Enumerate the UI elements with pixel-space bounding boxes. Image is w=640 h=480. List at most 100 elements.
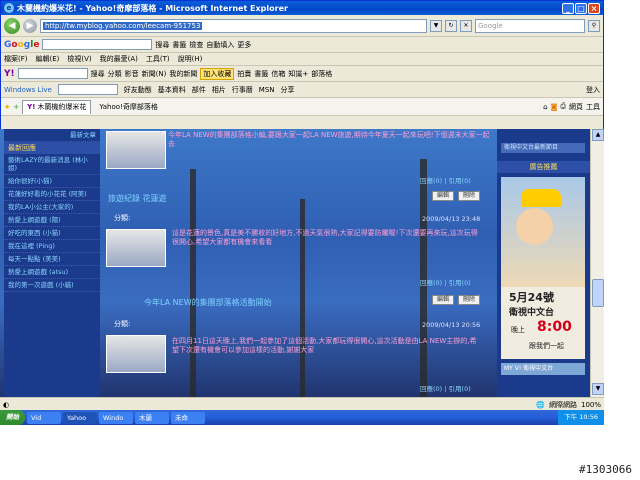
search-icon[interactable]: ⚲ xyxy=(588,19,600,32)
post-category: 分類: xyxy=(114,320,131,328)
yahoo-video-button[interactable]: 影音 xyxy=(125,69,139,79)
add-favorites-icon[interactable]: + xyxy=(13,103,19,111)
live-signin-button[interactable]: 登入 xyxy=(586,85,600,95)
taskbar-item[interactable]: Windo xyxy=(99,411,133,424)
scroll-thumb[interactable] xyxy=(592,279,604,307)
yahoo-blog-button[interactable]: 部落格 xyxy=(311,69,332,79)
google-search-button[interactable]: 搜尋 xyxy=(155,40,169,50)
yahoo-news-button[interactable]: 新聞(N) xyxy=(142,69,167,79)
live-profile-button[interactable]: 基本資料 xyxy=(158,85,186,95)
minimize-button[interactable]: _ xyxy=(562,2,574,14)
yahoo-auction-button[interactable]: 拍賣 xyxy=(237,69,251,79)
post-image[interactable] xyxy=(106,335,166,373)
tab-blog[interactable]: Y! 木蘭機約爆米花 xyxy=(22,99,92,114)
yahoo-search-input[interactable] xyxy=(17,68,88,79)
yahoo-mail-button[interactable]: 信箱 xyxy=(271,69,285,79)
start-button[interactable]: 開始 xyxy=(0,410,25,425)
post-title[interactable]: 今年LA NEW的集團部落格活動開始 xyxy=(144,297,272,308)
comment-item[interactable]: 給你很好(小猫) xyxy=(4,175,100,188)
close-button[interactable]: × xyxy=(588,2,600,14)
yahoo-knowledge-button[interactable]: 知識+ xyxy=(288,69,308,79)
comment-item[interactable]: 熱愛上網遊戲 (陽) xyxy=(4,214,100,227)
menu-edit[interactable]: 編輯(E) xyxy=(36,54,60,64)
address-input[interactable]: http://tw.myblog.yahoo.com/leecam-951753 xyxy=(40,18,427,33)
feeds-icon[interactable]: ◙ xyxy=(551,103,558,111)
taskbar-item[interactable]: 未命 xyxy=(171,411,205,424)
edit-button[interactable]: 編輯 xyxy=(432,191,454,201)
comment-item[interactable]: 藝術LAZY的最新消息 (林小姐) xyxy=(4,154,100,175)
post-links[interactable]: 回應(0) | 引用(0) xyxy=(420,383,471,393)
status-bar: ◐ 🌐 網際網路 100% xyxy=(0,397,604,411)
yahoo-logo[interactable]: Y! xyxy=(4,69,15,79)
comment-item[interactable]: 我的第一次遊戲 (小貓) xyxy=(4,279,100,292)
delete-button[interactable]: 刪除 xyxy=(458,295,480,305)
live-share-button[interactable]: 分享 xyxy=(281,85,295,95)
ad-top-banner[interactable]: 衛視中文台最新節目 xyxy=(501,143,585,153)
menu-favorites[interactable]: 我的最愛(A) xyxy=(100,54,138,64)
google-check-button[interactable]: 檢查 xyxy=(189,40,203,50)
tab-yahoo-blog[interactable]: Yahoo!奇摩部落格 xyxy=(94,100,162,114)
live-gadgets-button[interactable]: 部件 xyxy=(192,85,206,95)
edit-button[interactable]: 編輯 xyxy=(432,295,454,305)
post-body: 在四月11日這天晚上,我們一起參加了這個活動,大家都玩得很開心,這次活動是由LA… xyxy=(172,337,477,354)
google-search-input[interactable] xyxy=(42,39,153,50)
live-msn-button[interactable]: MSN xyxy=(259,86,275,94)
delete-button[interactable]: 刪除 xyxy=(458,191,480,201)
menu-view[interactable]: 檢視(V) xyxy=(67,54,91,64)
scroll-up-icon[interactable]: ▲ xyxy=(592,129,604,141)
post-links[interactable]: 回應(0) | 引用(0) xyxy=(420,175,471,185)
google-autofill-button[interactable]: 自動填入 xyxy=(206,40,234,50)
comment-item[interactable]: 熱愛上網遊戲 (atsu) xyxy=(4,266,100,279)
tools-menu-button[interactable]: 工具 xyxy=(586,102,600,112)
google-logo: Google xyxy=(4,39,40,50)
comment-item[interactable]: 每天一點點 (美美) xyxy=(4,253,100,266)
home-icon[interactable]: ⌂ xyxy=(543,103,547,111)
taskbar-item[interactable]: Vid xyxy=(27,411,61,424)
comment-item[interactable]: 我的LA小公主(大家的) xyxy=(4,201,100,214)
maximize-button[interactable]: □ xyxy=(575,2,587,14)
google-toolbar: Google 搜尋 書籤 檢查 自動填入 更多 xyxy=(1,37,603,53)
comment-item[interactable]: 好吃的東西 (小猫) xyxy=(4,227,100,240)
stop-icon[interactable]: ✕ xyxy=(460,19,472,32)
live-search-input[interactable] xyxy=(57,84,118,95)
live-friends-button[interactable]: 好友動態 xyxy=(124,85,152,95)
zoom-level[interactable]: 100% xyxy=(581,401,601,409)
comment-item[interactable]: 花蓮好好看的小花花 (阿美) xyxy=(4,188,100,201)
print-icon[interactable]: ⎙ xyxy=(560,102,566,111)
post-category: 分類: xyxy=(114,214,131,222)
right-sidebar: 衛視中文台最新節目 廣告推薦 5月24號 衛視中文台 晚上 8:00 跟我們一起… xyxy=(497,129,590,397)
menu-help[interactable]: 說明(H) xyxy=(178,54,203,64)
system-clock[interactable]: 下午 10:56 xyxy=(558,410,604,425)
back-icon[interactable]: ◀ xyxy=(4,17,20,34)
address-bar-row: ◀ ▶ http://tw.myblog.yahoo.com/leecam-95… xyxy=(1,15,603,37)
yahoo-bookmark-button[interactable]: 書籤 xyxy=(254,69,268,79)
menu-tools[interactable]: 工具(T) xyxy=(146,54,170,64)
post-image[interactable] xyxy=(106,229,166,267)
search-input[interactable]: Google xyxy=(475,18,585,33)
favorites-star-icon[interactable]: ★ xyxy=(4,103,10,111)
ad-bottom-banner[interactable]: MY V! 衛視中文台 xyxy=(501,363,585,375)
latest-posts-link[interactable]: 最新文章 xyxy=(4,129,100,142)
taskbar-item[interactable]: Yahoo xyxy=(63,411,97,424)
post-links[interactable]: 回應(0) | 引用(0) xyxy=(420,277,471,287)
yahoo-mynews-button[interactable]: 我的新聞 xyxy=(169,69,197,79)
yahoo-toolbar: Y! 搜尋 分類 影音 新聞(N) 我的新聞 加入收藏 拍賣 書籤 信箱 知識+… xyxy=(1,66,603,82)
yahoo-search-button[interactable]: 搜尋 xyxy=(91,69,105,79)
live-photos-button[interactable]: 相片 xyxy=(212,85,226,95)
post-title[interactable]: 旅遊紀錄 花蓮遊 xyxy=(108,193,167,204)
forward-icon[interactable]: ▶ xyxy=(23,18,37,33)
page-menu-button[interactable]: 網頁 xyxy=(569,102,583,112)
advertisement[interactable]: 5月24號 衛視中文台 晚上 8:00 跟我們一起 xyxy=(501,177,585,359)
go-button[interactable]: ▼ xyxy=(430,19,442,32)
yahoo-category-button[interactable]: 分類 xyxy=(108,69,122,79)
live-calendar-button[interactable]: 行事曆 xyxy=(232,85,253,95)
google-more-button[interactable]: 更多 xyxy=(237,40,251,50)
scroll-down-icon[interactable]: ▼ xyxy=(592,383,604,395)
taskbar-item[interactable]: 木蘭 xyxy=(135,411,169,424)
vertical-scrollbar[interactable]: ▲ ▼ xyxy=(590,129,604,397)
refresh-icon[interactable]: ↻ xyxy=(445,19,457,32)
google-bookmark-button[interactable]: 書籤 xyxy=(172,40,186,50)
menu-file[interactable]: 檔案(F) xyxy=(4,54,28,64)
add-favorite-button[interactable]: 加入收藏 xyxy=(200,67,235,80)
comment-item[interactable]: 我在這裡 (Ping) xyxy=(4,240,100,253)
